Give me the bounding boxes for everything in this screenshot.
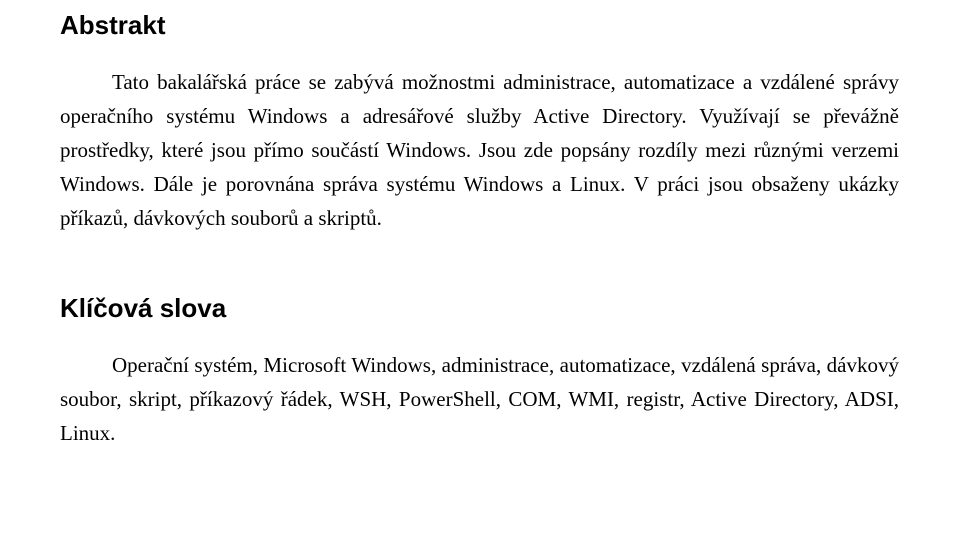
keywords-heading: Klíčová slova bbox=[60, 293, 899, 324]
keywords-paragraph: Operační systém, Microsoft Windows, admi… bbox=[60, 348, 899, 450]
abstract-heading: Abstrakt bbox=[60, 10, 899, 41]
document-page: Abstrakt Tato bakalářská práce se zabývá… bbox=[0, 0, 959, 500]
section-spacer bbox=[60, 265, 899, 293]
abstract-paragraph: Tato bakalářská práce se zabývá možnostm… bbox=[60, 65, 899, 235]
